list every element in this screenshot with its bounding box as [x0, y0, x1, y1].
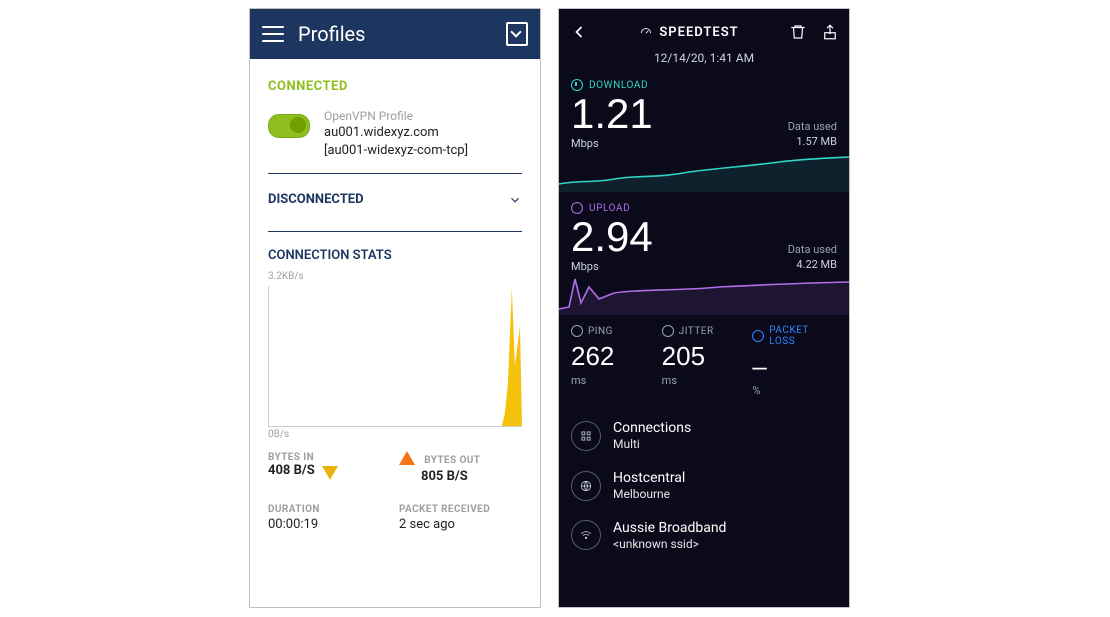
- throughput-graph: [268, 286, 522, 427]
- graph-y-top: 3.2KB/s: [268, 271, 522, 282]
- packet-caption: PACKET RECEIVED: [399, 504, 522, 515]
- back-icon[interactable]: [569, 22, 589, 42]
- jitter-caption: JITTER: [679, 326, 714, 337]
- menu-icon[interactable]: [262, 26, 284, 42]
- ping-value: 262: [571, 341, 656, 372]
- duration-value: 00:00:19: [268, 517, 391, 532]
- upload-value: 2.94: [571, 216, 653, 258]
- packet-loss-caption: PACKET LOSS: [769, 325, 837, 347]
- metrics-row: PING 262 ms JITTER 205 ms PACKET LOSS – …: [559, 321, 849, 407]
- packet-loss-unit: %: [752, 384, 837, 397]
- jitter-metric: JITTER 205 ms: [662, 325, 747, 397]
- connection-toggle[interactable]: [268, 114, 310, 138]
- jitter-icon: [662, 325, 674, 337]
- upload-wave: [559, 273, 849, 315]
- jitter-unit: ms: [662, 374, 747, 387]
- bytes-out-value: 805 B/S: [421, 469, 522, 484]
- connected-heading: CONNECTED: [268, 79, 522, 94]
- upload-unit: Mbps: [571, 260, 653, 273]
- bytes-in-cell: BYTES IN 408 B/S: [268, 452, 391, 484]
- chevron-down-icon: [508, 193, 522, 207]
- bytes-out-cell: BYTES OUT 805 B/S: [399, 452, 522, 484]
- profile-type-label: OpenVPN Profile: [324, 108, 468, 124]
- network-sub: <unknown ssid>: [613, 537, 726, 553]
- download-value: 1.21: [571, 93, 653, 135]
- packet-loss-value: –: [752, 351, 837, 382]
- ping-unit: ms: [571, 374, 656, 387]
- speedtest-header: SPEEDTEST: [559, 9, 849, 55]
- page-title: Profiles: [298, 22, 365, 46]
- server-row[interactable]: Hostcentral Melbourne: [567, 461, 841, 511]
- download-caption: DOWNLOAD: [589, 80, 648, 91]
- profile-alias: [au001-widexyz-com-tcp]: [324, 142, 468, 160]
- ping-icon: [571, 325, 583, 337]
- openvpn-app: Profiles CONNECTED OpenVPN Profile au001…: [249, 8, 541, 608]
- duration-caption: DURATION: [268, 504, 391, 515]
- connections-icon: [571, 421, 601, 451]
- download-section: DOWNLOAD 1.21 Mbps Data used 1.57 MB: [559, 75, 849, 150]
- gauge-icon: [639, 25, 653, 39]
- packet-loss-metric: PACKET LOSS – %: [752, 325, 837, 397]
- bytes-out-caption: BYTES OUT: [424, 455, 480, 466]
- share-icon[interactable]: [821, 23, 839, 41]
- test-datetime: 12/14/20, 1:41 AM: [559, 51, 849, 65]
- openvpn-header: Profiles: [250, 9, 540, 59]
- connection-stats-heading: CONNECTION STATS: [268, 232, 522, 271]
- server-sub: Melbourne: [613, 487, 685, 503]
- download-icon: [571, 79, 583, 91]
- upload-data-used-label: Data used: [788, 243, 837, 258]
- speedtest-title: SPEEDTEST: [639, 25, 738, 40]
- jitter-value: 205: [662, 341, 747, 372]
- trash-icon[interactable]: [789, 23, 807, 41]
- wifi-icon: [571, 520, 601, 550]
- disconnected-section-toggle[interactable]: DISCONNECTED: [268, 174, 522, 221]
- arrow-down-icon: [322, 466, 338, 480]
- disconnected-label: DISCONNECTED: [268, 192, 364, 207]
- speedtest-title-text: SPEEDTEST: [659, 25, 738, 40]
- network-title: Aussie Broadband: [613, 519, 726, 537]
- packet-value: 2 sec ago: [399, 517, 522, 532]
- graph-y-bottom: 0B/s: [268, 429, 522, 440]
- server-title: Hostcentral: [613, 469, 685, 487]
- ping-metric: PING 262 ms: [571, 325, 656, 397]
- download-unit: Mbps: [571, 137, 653, 150]
- profile-row: OpenVPN Profile au001.widexyz.com [au001…: [268, 108, 522, 159]
- bytes-in-value: 408 B/S: [268, 463, 315, 478]
- packet-cell: PACKET RECEIVED 2 sec ago: [399, 504, 522, 532]
- speedtest-app: SPEEDTEST 12/14/20, 1:41 AM DOWNLOAD 1.2…: [558, 8, 850, 608]
- upload-caption: UPLOAD: [589, 203, 630, 214]
- ping-caption: PING: [588, 326, 613, 337]
- download-data-used: 1.57 MB: [788, 135, 837, 150]
- packet-loss-icon: [752, 330, 764, 342]
- download-wave: [559, 150, 849, 192]
- connections-sub: Multi: [613, 437, 691, 453]
- download-data-used-label: Data used: [788, 120, 837, 135]
- duration-cell: DURATION 00:00:19: [268, 504, 391, 532]
- network-row[interactable]: Aussie Broadband <unknown ssid>: [567, 511, 841, 561]
- profile-host: au001.widexyz.com: [324, 124, 468, 142]
- globe-icon: [571, 471, 601, 501]
- upload-section: UPLOAD 2.94 Mbps Data used 4.22 MB: [559, 198, 849, 273]
- upload-icon: [571, 202, 583, 214]
- import-profile-icon[interactable]: [506, 22, 528, 46]
- connections-title: Connections: [613, 419, 691, 437]
- upload-data-used: 4.22 MB: [788, 258, 837, 273]
- info-list: Connections Multi Hostcentral Melbourne: [559, 407, 849, 560]
- arrow-up-icon: [399, 451, 415, 465]
- connections-row[interactable]: Connections Multi: [567, 411, 841, 461]
- bytes-in-caption: BYTES IN: [268, 452, 391, 463]
